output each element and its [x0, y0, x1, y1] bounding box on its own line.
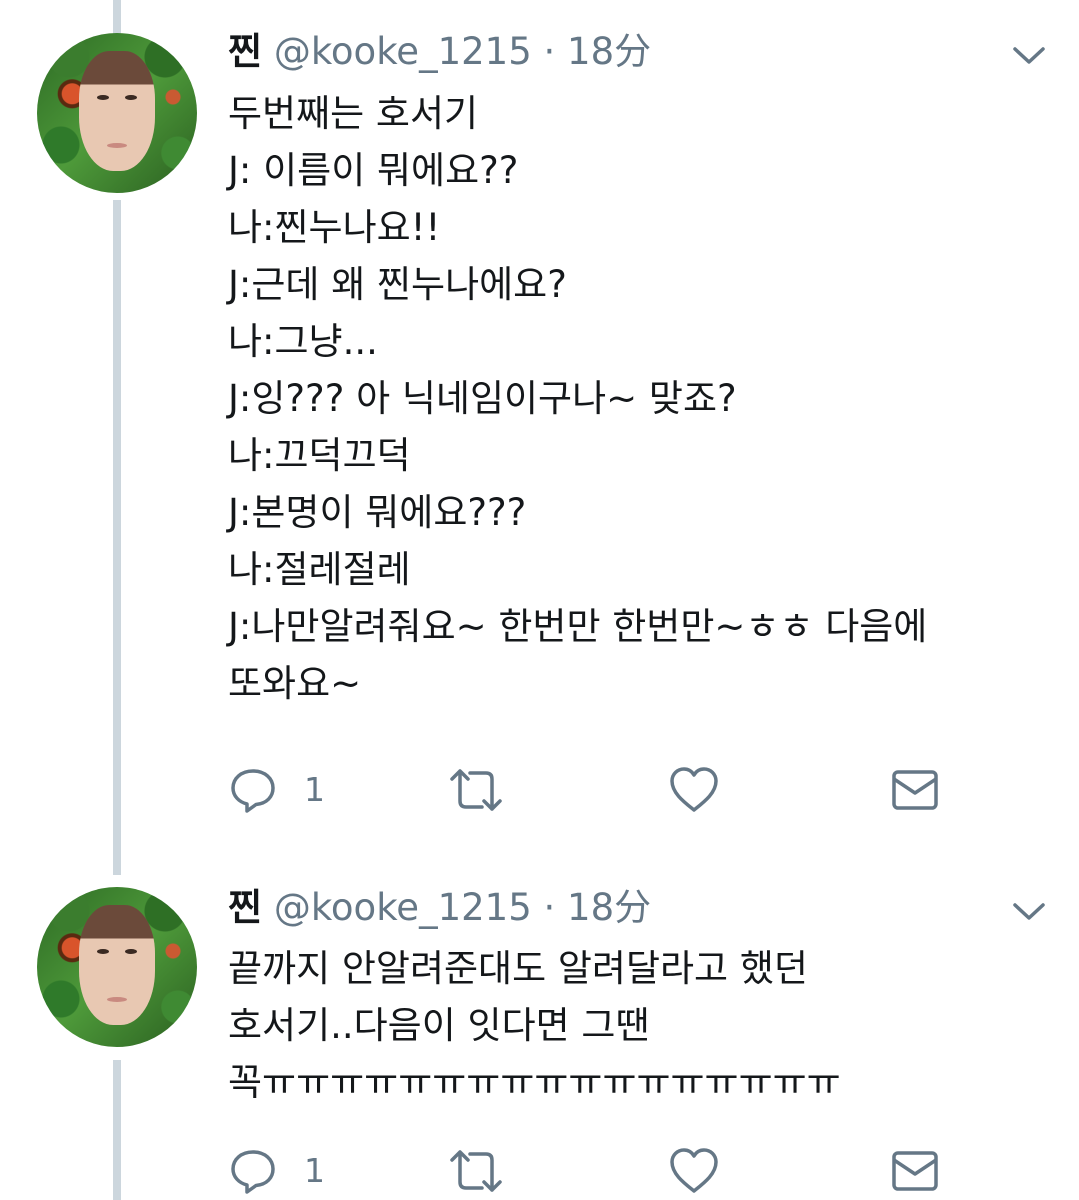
- avatar-eye-right: [125, 949, 137, 954]
- avatar-face: [79, 51, 155, 171]
- avatar-mouth: [107, 997, 127, 1002]
- tweet-line: 나:찐누나요!!: [228, 206, 441, 249]
- message-button[interactable]: [890, 765, 940, 815]
- tweet-2[interactable]: 찐 @kooke_1215 · 18分 끝까지 안알려준대도 알려달라고 했던 …: [0, 860, 1079, 1200]
- handle[interactable]: @kooke_1215: [274, 886, 532, 929]
- timestamp[interactable]: · 18分: [544, 886, 652, 929]
- speech-bubble-icon: [231, 1150, 275, 1194]
- envelope-icon: [892, 770, 938, 810]
- avatar-face: [79, 905, 155, 1025]
- avatar-eye-left: [97, 949, 109, 954]
- chevron-down-icon[interactable]: [1012, 902, 1046, 922]
- tweet-line: 호서기..다음이 잇다면 그땐: [228, 1004, 650, 1047]
- tweet-actions: 1: [228, 1146, 1048, 1196]
- tweet-line: 나:끄덕끄덕: [228, 434, 411, 477]
- timestamp[interactable]: · 18分: [544, 30, 652, 73]
- tweet-line: 끝까지 안알려준대도 알려달라고 했던: [228, 947, 808, 990]
- display-name[interactable]: 찐: [228, 30, 262, 73]
- tweet-line: 나:그냥...: [228, 320, 378, 363]
- chevron-down-icon[interactable]: [1012, 46, 1046, 66]
- reply-count: 1: [304, 1151, 325, 1190]
- like-button[interactable]: [668, 765, 720, 815]
- retweet-arrows-icon: [450, 769, 502, 811]
- tweet-line: 두번째는 호서기: [228, 92, 479, 135]
- tweet-header: 찐 @kooke_1215 · 18分: [228, 884, 651, 932]
- like-button[interactable]: [668, 1146, 720, 1196]
- avatar[interactable]: [37, 33, 197, 193]
- reply-count: 1: [304, 770, 325, 809]
- heart-icon: [670, 1148, 718, 1193]
- envelope-icon: [892, 1151, 938, 1191]
- tweet-line: 나:절레절레: [228, 548, 411, 591]
- tweet-line: J:본명이 뭐에요???: [228, 491, 527, 534]
- tweet-line: J:나만알려줘요~ 한번만 한번만~ㅎㅎ 다음에: [228, 605, 928, 648]
- handle[interactable]: @kooke_1215: [274, 30, 532, 73]
- avatar-eye-left: [97, 95, 109, 100]
- avatar-mouth: [107, 143, 127, 148]
- tweet-line: 꼭ㅠㅠㅠㅠㅠㅠㅠㅠㅠㅠㅠㅠㅠㅠㅠㅠㅠ: [228, 1061, 841, 1104]
- tweet-line: J:근데 왜 찐누나에요?: [228, 263, 567, 306]
- tweet-line: J:잉??? 아 닉네임이구나~ 맞죠?: [228, 377, 737, 420]
- reply-button[interactable]: 1: [228, 1146, 325, 1196]
- retweet-arrows-icon: [450, 1150, 502, 1192]
- tweet-1[interactable]: 찐 @kooke_1215 · 18分 두번째는 호서기 J: 이름이 뭐에요?…: [0, 0, 1079, 860]
- tweet-actions: 1: [228, 765, 1048, 815]
- retweet-button[interactable]: [446, 1146, 506, 1196]
- avatar[interactable]: [37, 887, 197, 1047]
- message-button[interactable]: [890, 1146, 940, 1196]
- tweet-header: 찐 @kooke_1215 · 18分: [228, 28, 651, 76]
- tweet-text: 끝까지 안알려준대도 알려달라고 했던 호서기..다음이 잇다면 그땐 꼭ㅠㅠㅠ…: [228, 940, 1058, 1111]
- avatar-eye-right: [125, 95, 137, 100]
- tweet-line: J: 이름이 뭐에요??: [228, 149, 519, 192]
- tweet-text: 두번째는 호서기 J: 이름이 뭐에요?? 나:찐누나요!! J:근데 왜 찐누…: [228, 85, 1058, 712]
- display-name[interactable]: 찐: [228, 886, 262, 929]
- heart-icon: [670, 767, 718, 812]
- reply-button[interactable]: 1: [228, 765, 325, 815]
- speech-bubble-icon: [231, 769, 275, 813]
- tweet-line: 또와요~: [228, 662, 362, 705]
- retweet-button[interactable]: [446, 765, 506, 815]
